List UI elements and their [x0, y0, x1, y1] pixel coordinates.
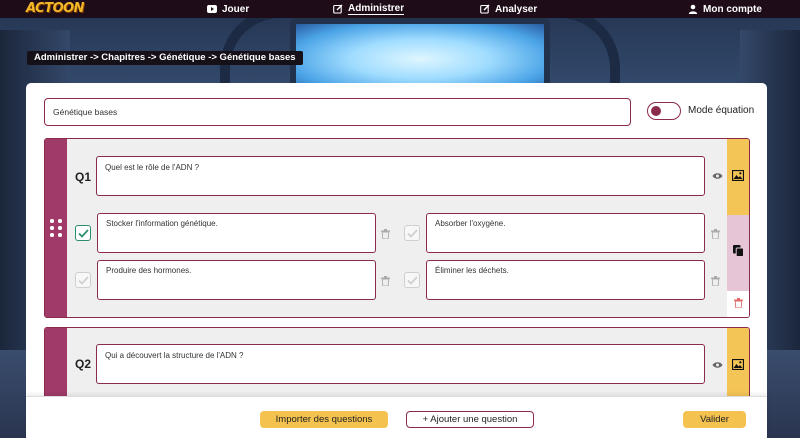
import-questions-button[interactable]: Importer des questions	[260, 411, 388, 428]
mode-equation-label: Mode équation	[688, 105, 755, 116]
duplicate-question-button[interactable]	[727, 215, 749, 291]
nav-jouer[interactable]: Jouer	[207, 2, 249, 16]
validate-button[interactable]: Valider	[683, 411, 746, 428]
nav-administrer[interactable]: Administrer	[333, 2, 405, 16]
question-number: Q2	[75, 357, 92, 371]
nav-analyser-label: Analyser	[495, 3, 538, 15]
nav-mon-compte[interactable]: Mon compte	[688, 2, 762, 16]
nav-jouer-label: Jouer	[222, 3, 250, 15]
top-nav: ACTOON Jouer Administrer Analyser Mon co…	[0, 0, 800, 18]
trash-icon[interactable]	[711, 275, 720, 286]
nav-mon-compte-label: Mon compte	[703, 3, 762, 15]
toggle-knob	[651, 106, 661, 116]
edit-icon	[480, 4, 490, 14]
nav-analyser[interactable]: Analyser	[480, 2, 537, 16]
eye-icon[interactable]	[711, 360, 723, 370]
correct-checkbox[interactable]	[404, 225, 420, 241]
answer-field[interactable]: Stocker l'information génétique.	[97, 213, 376, 253]
edit-icon	[333, 4, 343, 14]
correct-checkbox[interactable]	[404, 272, 420, 288]
chapter-editor-panel: Mode équation Q1 Quel est le rôle de l'A…	[26, 83, 767, 438]
copy-icon	[732, 244, 744, 262]
answer-field[interactable]: Produire des hormones.	[97, 260, 376, 300]
eye-icon[interactable]	[711, 171, 723, 181]
add-image-button[interactable]	[727, 328, 749, 404]
answer-field[interactable]: Absorber l'oxygène.	[426, 213, 705, 253]
image-icon	[731, 357, 745, 375]
user-icon	[688, 4, 698, 14]
question-text-field[interactable]: Quel est le rôle de l'ADN ?	[96, 156, 705, 196]
question-text-field[interactable]: Qui a découvert la structure de l'ADN ?	[96, 344, 705, 384]
correct-checkbox[interactable]	[75, 272, 91, 288]
bottom-action-bar: Importer des questions + Ajouter une que…	[26, 396, 767, 438]
trash-icon[interactable]	[381, 275, 390, 286]
add-question-button[interactable]: + Ajouter une question	[406, 411, 534, 428]
app-logo[interactable]: ACTOON	[26, 1, 85, 16]
question-card: Q1 Quel est le rôle de l'ADN ? Stocker l…	[44, 138, 750, 318]
drag-handle-icon[interactable]	[50, 219, 63, 239]
trash-icon	[733, 295, 743, 313]
nav-administrer-label: Administrer	[348, 3, 405, 15]
trash-icon[interactable]	[711, 228, 720, 239]
chapter-title-input[interactable]	[44, 98, 631, 126]
breadcrumb: Administrer -> Chapitres -> Génétique ->…	[27, 51, 303, 65]
delete-question-button[interactable]	[727, 291, 749, 317]
trash-icon[interactable]	[381, 228, 390, 239]
question-drag-bar[interactable]	[45, 139, 67, 317]
question-actions	[727, 139, 749, 317]
question-number: Q1	[75, 170, 92, 184]
mode-equation-toggle[interactable]	[647, 102, 681, 120]
add-image-button[interactable]	[727, 139, 749, 215]
image-icon	[731, 168, 745, 186]
answer-field[interactable]: Éliminer les déchets.	[426, 260, 705, 300]
correct-checkbox[interactable]	[75, 225, 91, 241]
youtube-play-icon	[207, 4, 217, 14]
